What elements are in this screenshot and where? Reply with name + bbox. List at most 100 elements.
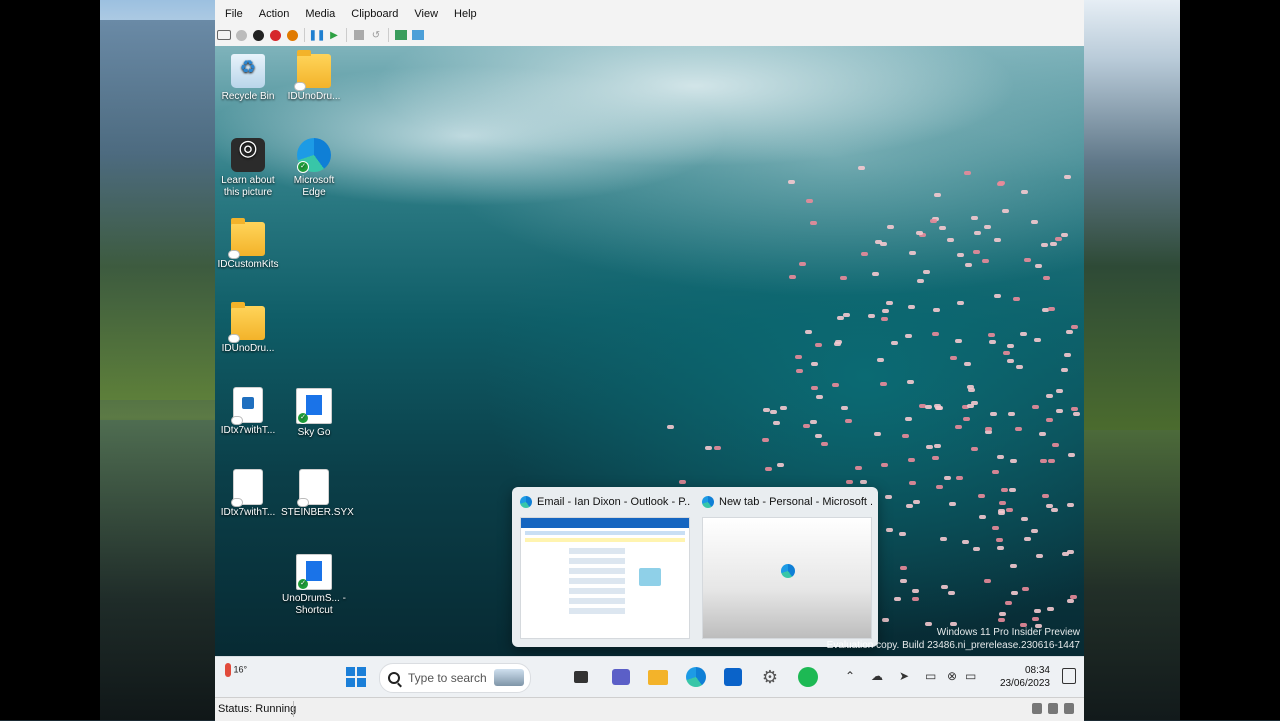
folder-shortcut[interactable]: IDCustomKits [215,218,281,271]
edge-shortcut[interactable]: ✓ Microsoft Edge [281,138,347,199]
sky-go-shortcut[interactable]: ✓ Sky Go [281,388,347,439]
flamingo [713,445,721,450]
onedrive-icon[interactable]: ☁ [871,669,883,683]
start-button[interactable] [344,665,368,689]
flamingo [769,410,777,415]
learn-picture-shortcut[interactable]: Learn about this picture [215,138,281,199]
file-explorer-icon [574,671,588,683]
folder-shortcut[interactable]: IDUnoDru... [215,302,281,355]
folder-shortcut[interactable]: IDUnoDru... [281,50,347,103]
flamingo [963,362,971,367]
flamingo [1072,411,1080,416]
flamingo [961,539,969,544]
flamingo [992,469,1000,474]
pause-icon[interactable]: ❚❚ [309,28,326,42]
share-icon[interactable] [411,28,425,42]
save-state-icon[interactable] [285,28,299,42]
teams-button[interactable] [609,665,633,689]
store-button[interactable] [721,665,745,689]
flamingo [991,526,999,531]
flamingo [1034,608,1042,613]
flamingo [972,547,980,551]
flamingo [900,566,908,571]
turn-off-icon[interactable] [251,28,265,42]
flamingo [989,412,997,417]
flamingo [761,438,769,443]
notification-icon[interactable] [1062,668,1076,684]
enhanced-session-icon[interactable] [394,28,408,42]
flamingo [805,330,813,335]
lock-icon [1064,703,1074,714]
spotify-icon [798,667,818,687]
flamingo [1040,459,1048,464]
document-shortcut[interactable]: IDtx7withT... [215,470,281,519]
flamingo [971,447,979,452]
flamingo [881,308,889,313]
flamingo [966,384,974,389]
file-explorer-button[interactable] [646,665,670,689]
edge-icon: ✓ [297,138,331,173]
flamingo [780,406,788,411]
document-shortcut[interactable]: STEINBER.SYX [281,470,354,519]
menu-view[interactable]: View [406,6,446,26]
location-icon[interactable]: ➤ [899,669,909,683]
flamingo [940,536,948,541]
flamingo [1064,174,1072,179]
vm-toolbar: ❚❚ ▶ ↺ [217,26,425,44]
flamingo [902,434,910,439]
toolbar-divider [388,28,389,42]
build-watermark: Windows 11 Pro Insider Preview Evaluatio… [827,626,1080,652]
flamingo [984,426,992,431]
preview-outlook[interactable]: Email - Ian Dixon - Outlook - P... [516,493,690,641]
settings-button[interactable]: ⚙ [758,665,782,689]
mountain-scene [100,20,215,400]
flamingo [932,307,940,312]
flamingo [911,596,919,601]
shut-down-icon[interactable] [268,28,282,42]
menu-clipboard[interactable]: Clipboard [343,6,406,26]
flamingo [1032,616,1040,621]
menu-action[interactable]: Action [251,6,298,26]
flamingo [1024,536,1032,541]
flamingo [789,274,797,279]
spotify-button[interactable] [796,665,820,689]
task-view-button[interactable] [569,665,593,689]
flamingo [1043,275,1051,280]
menu-help[interactable]: Help [446,6,485,26]
flamingo [925,404,933,409]
clock[interactable]: 08:34 23/06/2023 [1000,664,1050,690]
flamingo [944,475,952,480]
unodrums-shortcut[interactable]: ✓ UnoDrumS... - Shortcut [281,554,347,617]
menu-file[interactable]: File [215,6,251,26]
flamingo [1019,331,1027,336]
start-icon[interactable] [234,28,248,42]
media-file-shortcut[interactable]: IDtx7withT... [215,388,281,437]
revert-icon[interactable]: ↺ [369,28,383,42]
ctrl-alt-del-icon[interactable] [217,28,231,42]
flamingo [834,342,842,347]
cloud-icon [298,499,308,506]
guest-desktop[interactable]: Recycle Bin IDUnoDru... Learn about this… [215,46,1084,656]
taskbar-search[interactable]: Type to search [379,663,531,693]
flamingo [893,597,901,602]
checkpoint-icon[interactable] [352,28,366,42]
flamingo [1030,219,1038,224]
resume-icon[interactable]: ▶ [327,28,341,42]
flamingo [1067,598,1075,603]
flamingo [831,382,839,387]
flamingo [1006,359,1014,364]
display-icon[interactable]: ▭ [925,669,936,683]
flamingo [885,495,893,500]
edge-taskbar-button[interactable] [684,665,708,689]
menu-media[interactable]: Media [297,6,343,26]
chevron-up-icon[interactable]: ⌃ [845,669,855,683]
network-icon[interactable]: ⊗ [947,669,957,683]
recycle-bin-shortcut[interactable]: Recycle Bin [215,54,281,103]
flamingo [956,252,964,257]
preview-newtab[interactable]: New tab - Personal - Microsoft ... [698,493,872,641]
flamingo [836,315,844,320]
weather-widget[interactable]: 16° [225,663,247,677]
battery-icon[interactable]: ▭ [965,669,976,683]
flamingo [912,589,920,594]
flamingo [872,271,880,276]
